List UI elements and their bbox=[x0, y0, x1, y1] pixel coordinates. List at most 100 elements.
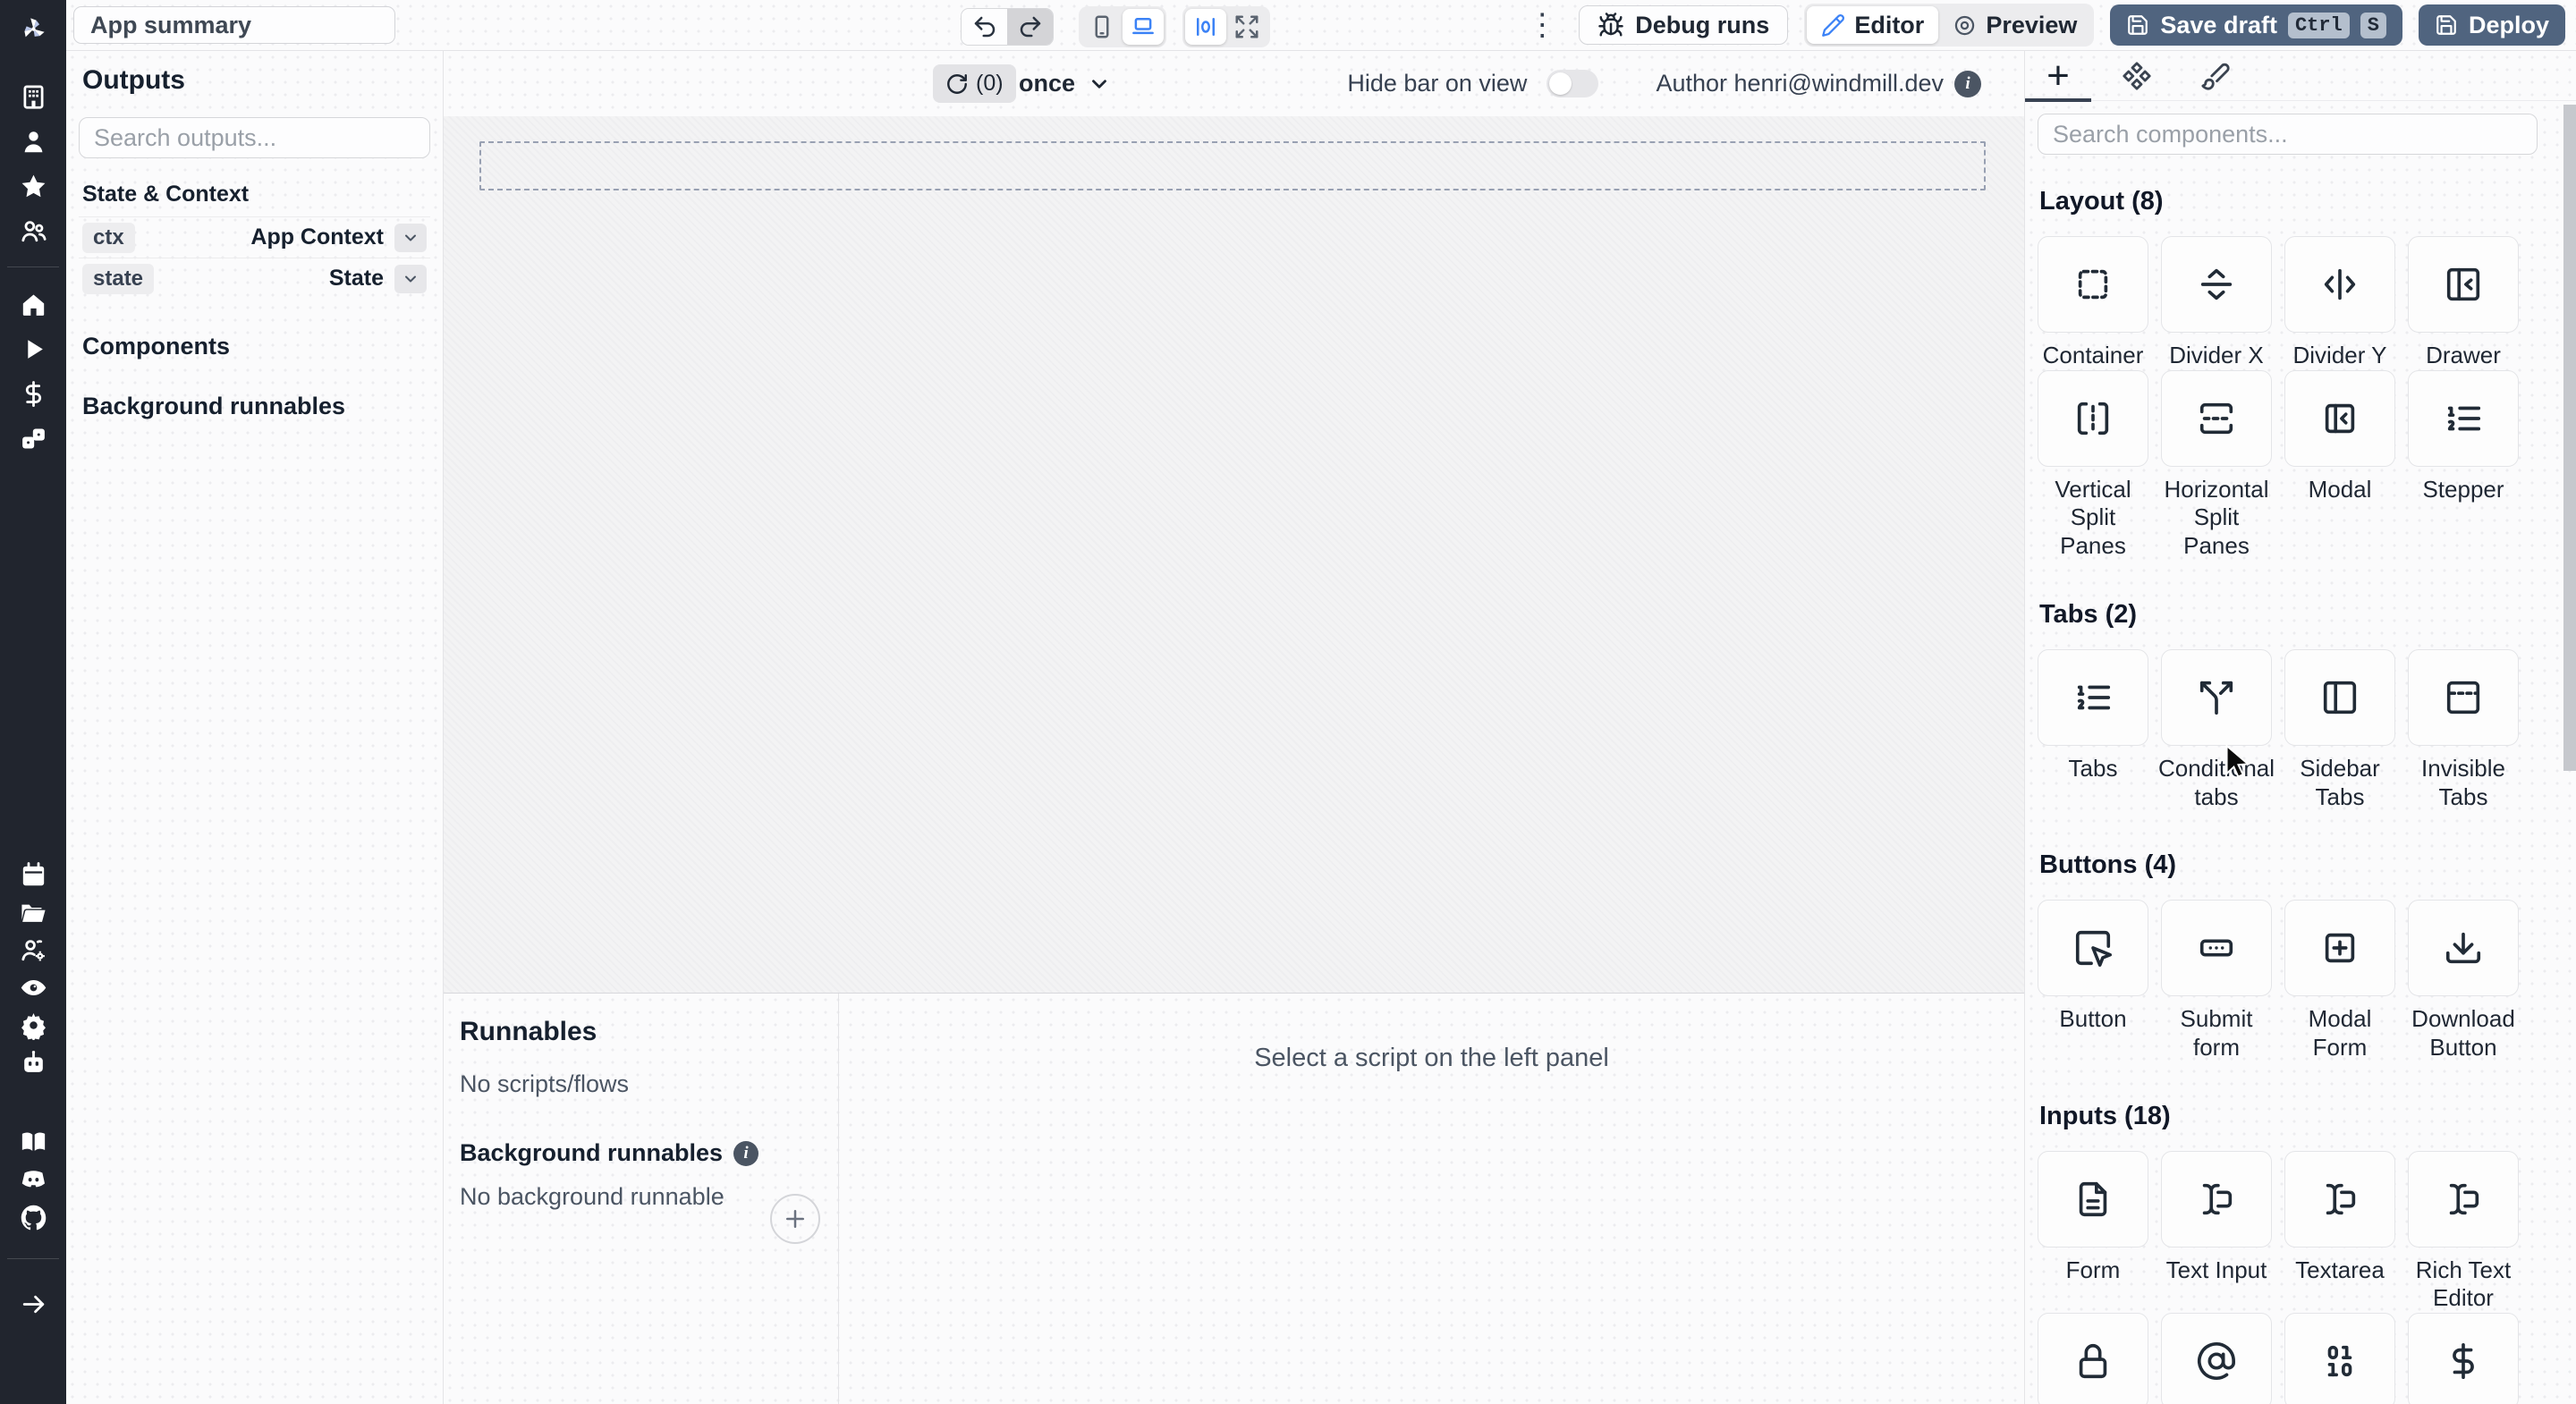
refresh-all-button[interactable]: (0) bbox=[933, 64, 1016, 103]
rail-groups-button[interactable] bbox=[0, 213, 66, 249]
redo-button[interactable] bbox=[1007, 9, 1053, 45]
rail-favorites-button[interactable] bbox=[0, 168, 66, 204]
center-align-button[interactable] bbox=[1185, 9, 1226, 45]
rail-workers-button[interactable] bbox=[0, 932, 66, 968]
runnables-list: Runnables No scripts/flows Background ru… bbox=[444, 994, 839, 1404]
component-card-password[interactable]: Password bbox=[2038, 1313, 2148, 1404]
component-card-horizontal-split-panes[interactable]: Horizontal Split Panes bbox=[2161, 369, 2272, 561]
component-card-form[interactable]: Form bbox=[2038, 1150, 2148, 1313]
user-icon bbox=[24, 131, 42, 152]
rail-variables-button[interactable] bbox=[0, 376, 66, 411]
component-label: Stepper bbox=[2422, 475, 2504, 503]
mobile-view-button[interactable] bbox=[1081, 9, 1123, 45]
component-card-drawer[interactable]: Drawer bbox=[2408, 236, 2519, 370]
building-icon bbox=[23, 84, 43, 109]
component-card-divider-x[interactable]: Divider X bbox=[2161, 236, 2272, 370]
background-runnables-info-icon[interactable]: i bbox=[733, 1140, 759, 1166]
component-label: Submit form bbox=[2180, 1005, 2253, 1061]
star-icon bbox=[21, 174, 45, 197]
component-card-stepper[interactable]: Stepper bbox=[2408, 369, 2519, 561]
component-card-rich-text-editor[interactable]: Rich Text Editor bbox=[2408, 1150, 2519, 1313]
rail-collapse-button[interactable] bbox=[0, 1286, 66, 1322]
component-grid: Container Divider X Divider Y Drawer Vertica… bbox=[2038, 236, 2563, 561]
paintbrush-icon bbox=[2201, 63, 2230, 90]
component-label: Horizontal Split Panes bbox=[2164, 475, 2269, 560]
component-card-tabs[interactable]: Tabs bbox=[2038, 648, 2148, 811]
desktop-view-button[interactable] bbox=[1123, 9, 1164, 45]
save-draft-label: Save draft bbox=[2160, 11, 2277, 38]
undo-button[interactable] bbox=[962, 9, 1007, 45]
component-card-submit-form[interactable]: Submit form bbox=[2161, 900, 2272, 1061]
component-card-conditional-tabs[interactable]: Conditional tabs bbox=[2158, 648, 2275, 811]
rail-assistant-button[interactable] bbox=[0, 1045, 66, 1080]
more-menu-button[interactable]: ⋮ bbox=[1521, 10, 1563, 40]
rail-settings-button[interactable] bbox=[0, 1007, 66, 1043]
component-card-download-button[interactable]: Download Button bbox=[2408, 900, 2519, 1061]
hide-bar-toggle[interactable] bbox=[1546, 70, 1599, 97]
component-card-number[interactable]: Number bbox=[2284, 1313, 2395, 1404]
component-label: Container bbox=[2042, 342, 2144, 368]
components-sections: Layout (8) Container Divider X Divider Y Dra… bbox=[2025, 187, 2576, 1404]
components-panel: + Layout (8) Container Divider X Divider Y D… bbox=[2024, 51, 2576, 1404]
component-label: Text Input bbox=[2165, 1256, 2267, 1283]
component-card-button[interactable]: Button bbox=[2038, 900, 2148, 1061]
calendar-icon bbox=[22, 861, 44, 885]
component-section-title: Inputs (18) bbox=[2039, 1101, 2171, 1130]
tab-theme[interactable] bbox=[2182, 51, 2249, 101]
component-card-email-input[interactable]: Email Input bbox=[2161, 1313, 2272, 1404]
author-info-icon[interactable]: i bbox=[1954, 70, 1981, 97]
text-cursor-icon bbox=[2202, 1183, 2233, 1214]
tab-component-settings[interactable] bbox=[2104, 51, 2170, 101]
add-background-runnable-button[interactable] bbox=[770, 1194, 820, 1244]
save-draft-button[interactable]: Save draft Ctrl S bbox=[2110, 4, 2402, 46]
component-card-currency[interactable]: Currency bbox=[2408, 1313, 2519, 1404]
rail-docs-button[interactable] bbox=[0, 1124, 66, 1160]
rail-discord-button[interactable] bbox=[0, 1162, 66, 1197]
component-card-textarea[interactable]: Textarea bbox=[2284, 1150, 2395, 1313]
ctx-row[interactable]: ctx App Context bbox=[79, 216, 430, 258]
component-card-text-input[interactable]: Text Input bbox=[2161, 1150, 2272, 1313]
rail-home-button[interactable] bbox=[0, 286, 66, 322]
component-card-invisible-tabs[interactable]: Invisible Tabs bbox=[2408, 648, 2519, 811]
preview-label: Preview bbox=[1986, 11, 2078, 38]
rail-workspace-button[interactable] bbox=[0, 79, 66, 114]
rail-resources-button[interactable] bbox=[0, 420, 66, 456]
ctx-key-badge: ctx bbox=[82, 222, 135, 253]
rail-user-button[interactable] bbox=[0, 123, 66, 159]
rail-schedules-button[interactable] bbox=[0, 857, 66, 892]
center-bars-icon bbox=[1197, 18, 1215, 36]
tab-insert-component[interactable]: + bbox=[2025, 51, 2091, 101]
component-card-container[interactable]: Container bbox=[2038, 236, 2148, 370]
deploy-button[interactable]: Deploy bbox=[2418, 4, 2565, 46]
empty-component-dropzone[interactable] bbox=[479, 141, 1986, 190]
search-components-input[interactable] bbox=[2038, 114, 2538, 155]
rail-audit-button[interactable] bbox=[0, 969, 66, 1005]
ellipsis-box-icon bbox=[2199, 939, 2233, 957]
rail-github-button[interactable] bbox=[0, 1199, 66, 1235]
ctx-expand-button[interactable] bbox=[394, 223, 427, 252]
state-row[interactable]: state State bbox=[79, 258, 430, 299]
windmill-logo[interactable] bbox=[0, 7, 66, 50]
search-outputs-input[interactable] bbox=[79, 117, 430, 158]
refresh-mode-dropdown[interactable]: once bbox=[1019, 64, 1111, 103]
component-card-sidebar-tabs[interactable]: Sidebar Tabs bbox=[2284, 648, 2395, 811]
select-script-placeholder: Select a script on the left panel bbox=[1254, 1044, 1609, 1072]
rail-folders-button[interactable] bbox=[0, 894, 66, 930]
state-expand-button[interactable] bbox=[394, 264, 427, 293]
tab-editor[interactable]: Editor bbox=[1807, 6, 1939, 44]
components-scrollbar[interactable] bbox=[2563, 105, 2576, 771]
component-section-title: Buttons (4) bbox=[2039, 850, 2177, 880]
app-canvas[interactable] bbox=[444, 116, 2024, 993]
tab-preview[interactable]: Preview bbox=[1938, 6, 2091, 44]
rail-runs-button[interactable] bbox=[0, 331, 66, 367]
debug-runs-button[interactable]: Debug runs bbox=[1579, 5, 1789, 45]
component-card-modal[interactable]: Modal bbox=[2284, 369, 2395, 561]
eye-icon bbox=[21, 979, 46, 995]
component-card-vertical-split-panes[interactable]: Vertical Split Panes bbox=[2038, 369, 2148, 561]
fullscreen-button[interactable] bbox=[1226, 9, 1267, 45]
align-group bbox=[1182, 6, 1270, 47]
refresh-count: (0) bbox=[976, 71, 1004, 96]
app-summary-input[interactable] bbox=[73, 6, 395, 44]
component-card-modal-form[interactable]: Modal Form bbox=[2284, 900, 2395, 1061]
component-card-divider-y[interactable]: Divider Y bbox=[2284, 236, 2395, 370]
